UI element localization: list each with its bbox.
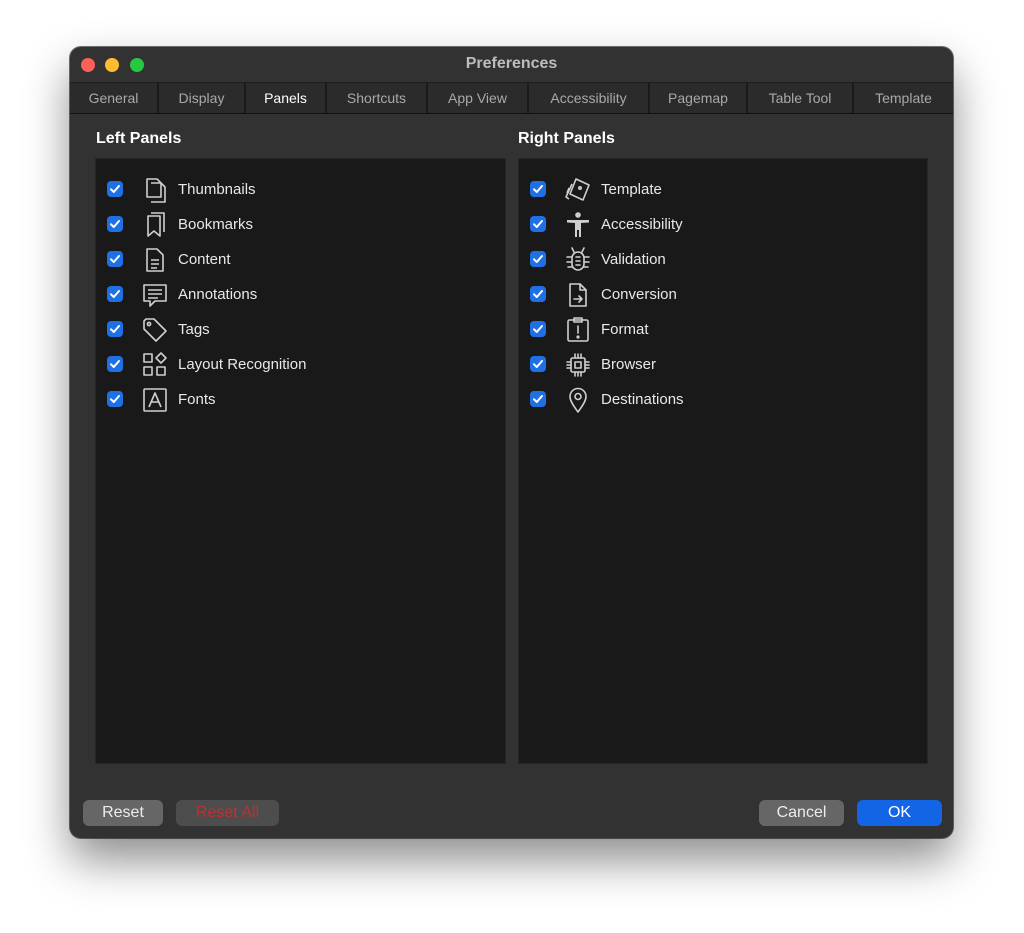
bug-icon <box>563 245 593 275</box>
right-panels-title: Right Panels <box>518 130 615 147</box>
title-bar[interactable]: Preferences <box>70 47 953 83</box>
fonts-checkbox[interactable] <box>107 391 123 407</box>
bookmarks-checkbox[interactable] <box>107 216 123 232</box>
destinations-label: Destinations <box>601 391 684 408</box>
content-checkbox[interactable] <box>107 251 123 267</box>
layout-recognition-label: Layout Recognition <box>178 356 307 373</box>
annotations-checkbox[interactable] <box>107 286 123 302</box>
list-item: Thumbnails <box>96 175 505 205</box>
bookmark-icon <box>140 210 170 240</box>
tab-bar: General Display Panels Shortcuts App Vie… <box>70 82 953 114</box>
list-item: Format <box>519 315 927 345</box>
list-item: Annotations <box>96 280 505 310</box>
template-icon <box>563 175 593 205</box>
ok-button[interactable]: OK <box>857 800 942 826</box>
list-item: Layout Recognition <box>96 350 505 380</box>
tab-app-view[interactable]: App View <box>428 83 529 113</box>
conversion-icon <box>563 280 593 310</box>
thumbnails-checkbox[interactable] <box>107 181 123 197</box>
tab-display[interactable]: Display <box>159 83 246 113</box>
annotation-icon <box>140 280 170 310</box>
format-checkbox[interactable] <box>530 321 546 337</box>
browser-checkbox[interactable] <box>530 356 546 372</box>
list-item: Destinations <box>519 385 927 415</box>
conversion-checkbox[interactable] <box>530 286 546 302</box>
font-icon <box>140 385 170 415</box>
accessibility-icon <box>563 210 593 240</box>
cancel-button[interactable]: Cancel <box>759 800 844 826</box>
right-panels-list: Template Accessibility Validation Conver… <box>518 158 928 764</box>
list-item: Validation <box>519 245 927 275</box>
left-panels-title: Left Panels <box>96 130 182 147</box>
tags-checkbox[interactable] <box>107 321 123 337</box>
list-item: Template <box>519 175 927 205</box>
content-label: Content <box>178 251 231 268</box>
tab-pagemap[interactable]: Pagemap <box>650 83 748 113</box>
accessibility-checkbox[interactable] <box>530 216 546 232</box>
format-label: Format <box>601 321 649 338</box>
tab-general[interactable]: General <box>70 83 159 113</box>
reset-all-button[interactable]: Reset All <box>176 800 279 826</box>
bookmarks-label: Bookmarks <box>178 216 254 233</box>
left-panels-list: Thumbnails Bookmarks Content Annotations… <box>95 158 506 764</box>
tab-shortcuts[interactable]: Shortcuts <box>327 83 428 113</box>
list-item: Tags <box>96 315 505 345</box>
tab-template[interactable]: Template <box>854 83 953 113</box>
layout-icon <box>140 350 170 380</box>
template-checkbox[interactable] <box>530 181 546 197</box>
tab-panels[interactable]: Panels <box>246 83 327 113</box>
accessibility-label: Accessibility <box>601 216 683 233</box>
reset-button[interactable]: Reset <box>83 800 163 826</box>
tab-accessibility[interactable]: Accessibility <box>529 83 650 113</box>
document-icon <box>140 245 170 275</box>
window-title: Preferences <box>465 55 558 72</box>
list-item: Browser <box>519 350 927 380</box>
fonts-label: Fonts <box>178 391 216 408</box>
browser-label: Browser <box>601 356 657 373</box>
list-item: Conversion <box>519 280 927 310</box>
list-item: Accessibility <box>519 210 927 240</box>
tags-label: Tags <box>178 321 210 338</box>
list-item: Fonts <box>96 385 505 415</box>
template-label: Template <box>601 181 662 198</box>
validation-label: Validation <box>601 251 666 268</box>
location-pin-icon <box>563 385 593 415</box>
list-item: Bookmarks <box>96 210 505 240</box>
format-icon <box>563 315 593 345</box>
tab-table-tool[interactable]: Table Tool <box>748 83 854 113</box>
preferences-window: Preferences General Display Panels Short… <box>70 47 953 838</box>
chip-icon <box>563 350 593 380</box>
layout-recognition-checkbox[interactable] <box>107 356 123 372</box>
annotations-label: Annotations <box>178 286 258 303</box>
list-item: Content <box>96 245 505 275</box>
conversion-label: Conversion <box>601 286 677 303</box>
validation-checkbox[interactable] <box>530 251 546 267</box>
thumbnails-icon <box>140 175 170 205</box>
tag-icon <box>140 315 170 345</box>
thumbnails-label: Thumbnails <box>178 181 256 198</box>
destinations-checkbox[interactable] <box>530 391 546 407</box>
